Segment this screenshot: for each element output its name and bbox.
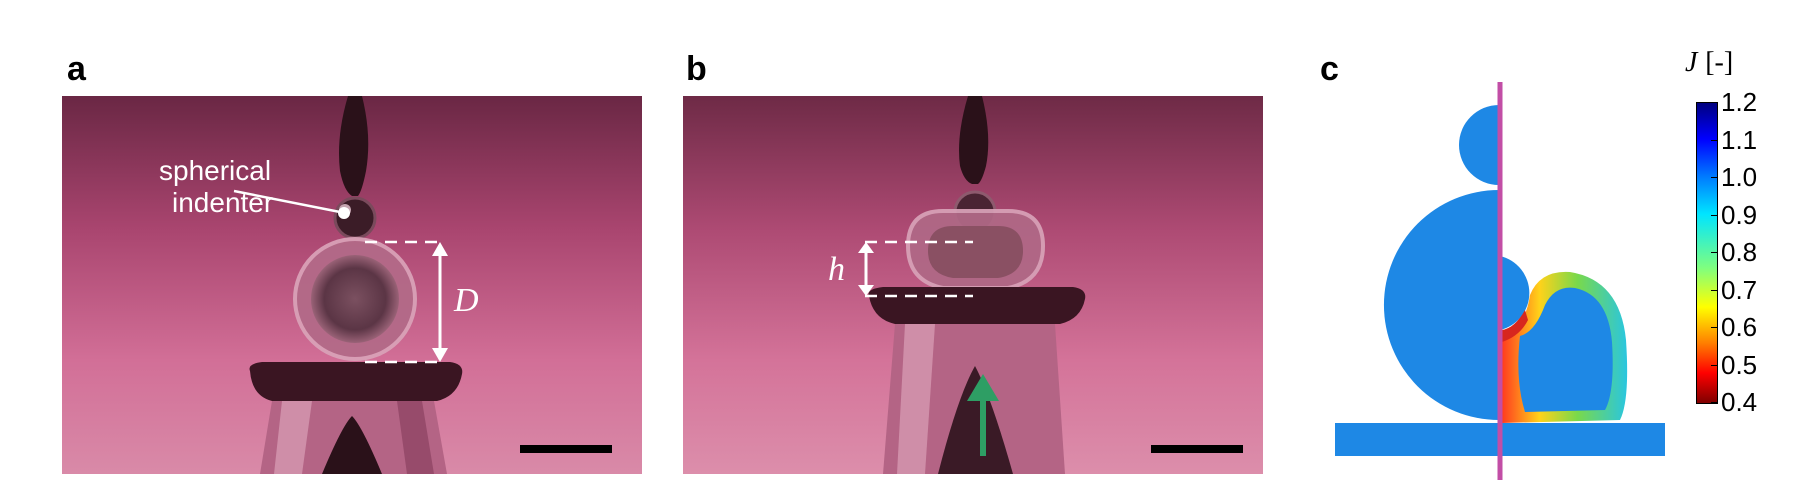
colorbar-tick-mark: [1711, 214, 1717, 216]
indenter-label-line1: spherical: [159, 155, 271, 186]
colorbar-tick-label: 1.0: [1721, 162, 1758, 192]
indenter-undeformed: [1459, 105, 1499, 185]
colorbar-tick-mark: [1711, 327, 1717, 328]
cell-nucleus: [311, 255, 399, 343]
scale-bar: [520, 445, 612, 453]
colorbar-gradient: [1696, 102, 1718, 404]
colorbar-tick-mark: [1711, 139, 1717, 141]
panel-label-a: a: [67, 50, 86, 88]
panel-a-micrograph: D spherical indenter: [62, 96, 642, 474]
indenter-label-line2: indenter: [172, 187, 273, 218]
cell-nucleus: [928, 226, 1023, 278]
colorbar-title: J [-]: [1685, 46, 1733, 79]
colorbar-tick-mark: [1711, 289, 1717, 291]
cell-undeformed: [1383, 190, 1499, 421]
colorbar: J [-] 1.2 1.1 1.0 0.9 0.8 0.7 0.6 0.5 0.4: [1675, 40, 1795, 460]
colorbar-tick-label: 1.1: [1721, 124, 1758, 155]
colorbar-tick-label: 1.2: [1721, 87, 1758, 117]
colorbar-tick-mark: [1711, 402, 1717, 403]
panel-c-simulation: [1335, 82, 1665, 480]
platform-top: [249, 362, 463, 401]
colorbar-title-unit: [-]: [1705, 47, 1734, 78]
colorbar-tick-mark: [1711, 252, 1717, 253]
colorbar-tick-label: 0.5: [1721, 349, 1758, 380]
platform-top: [868, 287, 1086, 324]
dimension-label-d: D: [453, 282, 479, 319]
dimension-label-h: h: [828, 251, 845, 288]
colorbar-tick-label: 0.8: [1721, 237, 1758, 267]
colorbar-tick-label: 0.9: [1721, 199, 1758, 230]
colorbar-title-symbol: J: [1685, 47, 1698, 78]
scale-bar: [1151, 445, 1243, 453]
colorbar-tick-mark: [1711, 364, 1717, 366]
colorbar-tick-mark: [1711, 177, 1717, 178]
panel-label-b: b: [686, 50, 707, 88]
colorbar-tick-mark: [1711, 102, 1717, 103]
colorbar-tick-label: 0.6: [1721, 312, 1758, 342]
colorbar-tick-label: 0.7: [1721, 274, 1758, 305]
panel-b-micrograph: h: [683, 96, 1263, 474]
colorbar-tick-label: 0.4: [1721, 387, 1758, 417]
